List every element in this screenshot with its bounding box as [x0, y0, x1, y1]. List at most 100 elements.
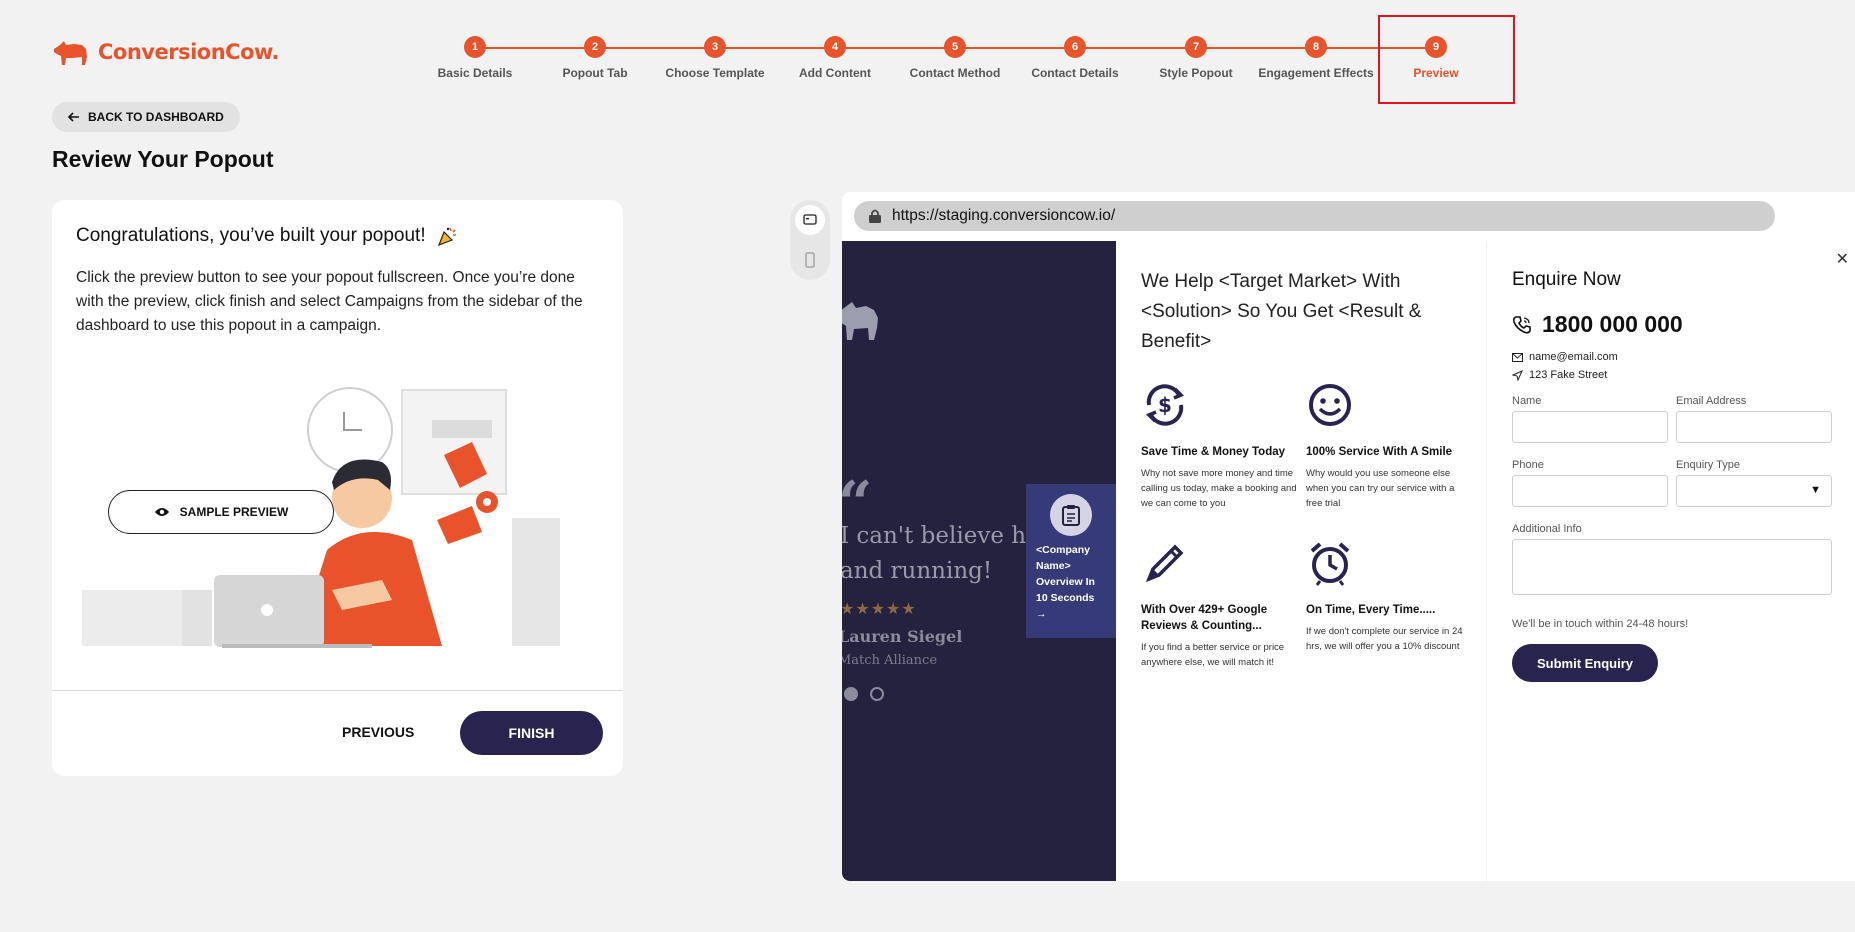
brand-logo[interactable]: ConversionCow. [52, 37, 280, 67]
feature-title: On Time, Every Time..... [1306, 604, 1436, 616]
step-popout-tab[interactable]: 2 Popout Tab [535, 36, 655, 80]
sample-preview-button[interactable]: SAMPLE PREVIEW [108, 490, 334, 534]
step-label: Engagement Effects [1258, 66, 1374, 80]
additional-info-label: Additional Info [1512, 523, 1582, 535]
carousel-dot[interactable] [844, 687, 858, 701]
name-input[interactable] [1512, 411, 1668, 443]
finish-button[interactable]: FINISH [460, 711, 603, 755]
address-contact: 123 Fake Street [1512, 369, 1607, 381]
email-contact[interactable]: name@email.com [1512, 351, 1618, 363]
enquiry-type-select[interactable]: ▼ [1676, 475, 1832, 507]
desktop-view-button[interactable] [795, 205, 825, 235]
sample-preview-label: SAMPLE PREVIEW [179, 505, 289, 519]
page: ConversionCow. 1 Basic Details 2 Popout … [0, 0, 1855, 932]
popout-tab[interactable]: <Company Name> Overview In 10 Seconds → [1026, 484, 1116, 638]
enquiry-form-panel: ✕ Enquire Now 1800 000 000 name@email.co… [1486, 241, 1855, 881]
eye-icon [154, 508, 169, 516]
browser-preview: https://staging.conversioncow.io/ “ I ca… [842, 192, 1855, 881]
submit-enquiry-button[interactable]: Submit Enquiry [1512, 644, 1658, 682]
previous-button[interactable]: PREVIOUS [342, 724, 414, 740]
mobile-view-button[interactable] [795, 245, 825, 275]
brand-name: ConversionCow. [98, 40, 280, 64]
testimonial-panel: “ I can't believe how and running! ★★★★★… [842, 241, 1116, 881]
card-divider [52, 690, 623, 691]
dollar-cycle-icon: $ [1145, 384, 1185, 426]
cow-logo-icon [842, 302, 878, 340]
reviewer-company: Match Alliance [842, 653, 938, 668]
step-choose-template[interactable]: 3 Choose Template [655, 36, 775, 80]
arrow-left-icon [68, 112, 79, 122]
congrats-card: Congratulations, you’ve built your popou… [52, 200, 623, 776]
features-panel: We Help <Target Market> With <Solution> … [1116, 241, 1486, 881]
phone-input[interactable] [1512, 475, 1668, 507]
popout-tab-text: <Company Name> Overview In 10 Seconds → [1036, 544, 1095, 620]
step-number: 2 [584, 36, 606, 58]
popout-preview: “ I can't believe how and running! ★★★★★… [842, 241, 1855, 881]
mobile-icon [805, 252, 815, 268]
step-contact-method[interactable]: 5 Contact Method [895, 36, 1015, 80]
alarm-clock-icon [1310, 542, 1350, 586]
page-title: Review Your Popout [52, 146, 274, 172]
phone-number[interactable]: 1800 000 000 [1512, 311, 1683, 338]
address-text: 123 Fake Street [1529, 369, 1608, 381]
feature-desc: Why not save more money and time calling… [1141, 468, 1297, 509]
phone-label: Phone [1512, 459, 1544, 471]
carousel-dot[interactable] [870, 687, 884, 701]
rating-stars: ★★★★★ [842, 601, 917, 618]
step-number: 3 [704, 36, 726, 58]
phone-icon [1512, 315, 1531, 334]
feature-title: Save Time & Money Today [1141, 446, 1286, 458]
step-number: 7 [1185, 36, 1207, 58]
progress-stepper: 1 Basic Details 2 Popout Tab 3 Choose Te… [430, 36, 1530, 86]
feature-item: With Over 429+ Google Reviews & Counting… [1141, 539, 1301, 670]
mail-icon [1512, 352, 1523, 362]
step-label: Basic Details [437, 66, 513, 80]
cow-logo-icon [54, 41, 87, 65]
caret-down-icon: ▼ [1810, 484, 1821, 496]
back-to-dashboard-button[interactable]: BACK TO DASHBOARD [52, 102, 240, 132]
step-label: Add Content [799, 66, 871, 80]
carousel-dots [844, 687, 884, 701]
enquiry-type-label: Enquiry Type [1676, 459, 1741, 471]
step-number: 8 [1305, 36, 1327, 58]
additional-info-textarea[interactable] [1512, 539, 1832, 595]
step-number: 5 [944, 36, 966, 58]
step-label: Choose Template [665, 66, 765, 80]
step-number: 6 [1064, 36, 1086, 58]
svg-text:$: $ [1158, 393, 1172, 417]
feature-desc: If you find a better service or price an… [1141, 642, 1285, 668]
step-style-popout[interactable]: 7 Style Popout [1136, 36, 1256, 80]
lock-icon [869, 209, 881, 223]
step-contact-details[interactable]: 6 Contact Details [1015, 36, 1135, 80]
feature-item: 100% Service With A Smile Why would you … [1306, 381, 1466, 511]
feature-desc: Why would you use someone else when you … [1306, 468, 1455, 509]
email-text: name@email.com [1529, 351, 1618, 363]
feature-item: $ Save Time & Money Today Why not save m… [1141, 381, 1301, 511]
step-label: Style Popout [1159, 66, 1233, 80]
url-text: https://staging.conversioncow.io/ [892, 207, 1116, 224]
step-add-content[interactable]: 4 Add Content [775, 36, 895, 80]
card-instructions: Click the preview button to see your pop… [76, 269, 583, 334]
step-number: 4 [824, 36, 846, 58]
active-step-highlight [1378, 15, 1515, 104]
close-icon[interactable]: ✕ [1836, 249, 1849, 269]
name-label: Name [1512, 395, 1542, 407]
email-input[interactable] [1676, 411, 1832, 443]
navigation-icon [1512, 369, 1523, 381]
back-button-label: BACK TO DASHBOARD [88, 110, 224, 124]
feature-title: With Over 429+ Google Reviews & Counting… [1141, 604, 1268, 632]
form-note: We'll be in touch within 24-48 hours! [1512, 618, 1689, 630]
pencil-icon [1145, 544, 1184, 583]
step-label: Contact Method [909, 66, 1001, 80]
clipboard-icon [1050, 494, 1092, 536]
desktop-icon [803, 214, 817, 225]
step-label: Popout Tab [562, 66, 628, 80]
step-engagement-effects[interactable]: 8 Engagement Effects [1256, 36, 1376, 80]
form-title: Enquire Now [1512, 269, 1621, 290]
smile-icon [1309, 384, 1351, 426]
card-heading-text: Congratulations, you’ve built your popou… [76, 225, 426, 246]
phone-text: 1800 000 000 [1542, 311, 1683, 337]
feature-item: On Time, Every Time..... If we don't com… [1306, 539, 1466, 654]
email-address-label: Email Address [1676, 395, 1747, 407]
step-basic-details[interactable]: 1 Basic Details [415, 36, 535, 80]
